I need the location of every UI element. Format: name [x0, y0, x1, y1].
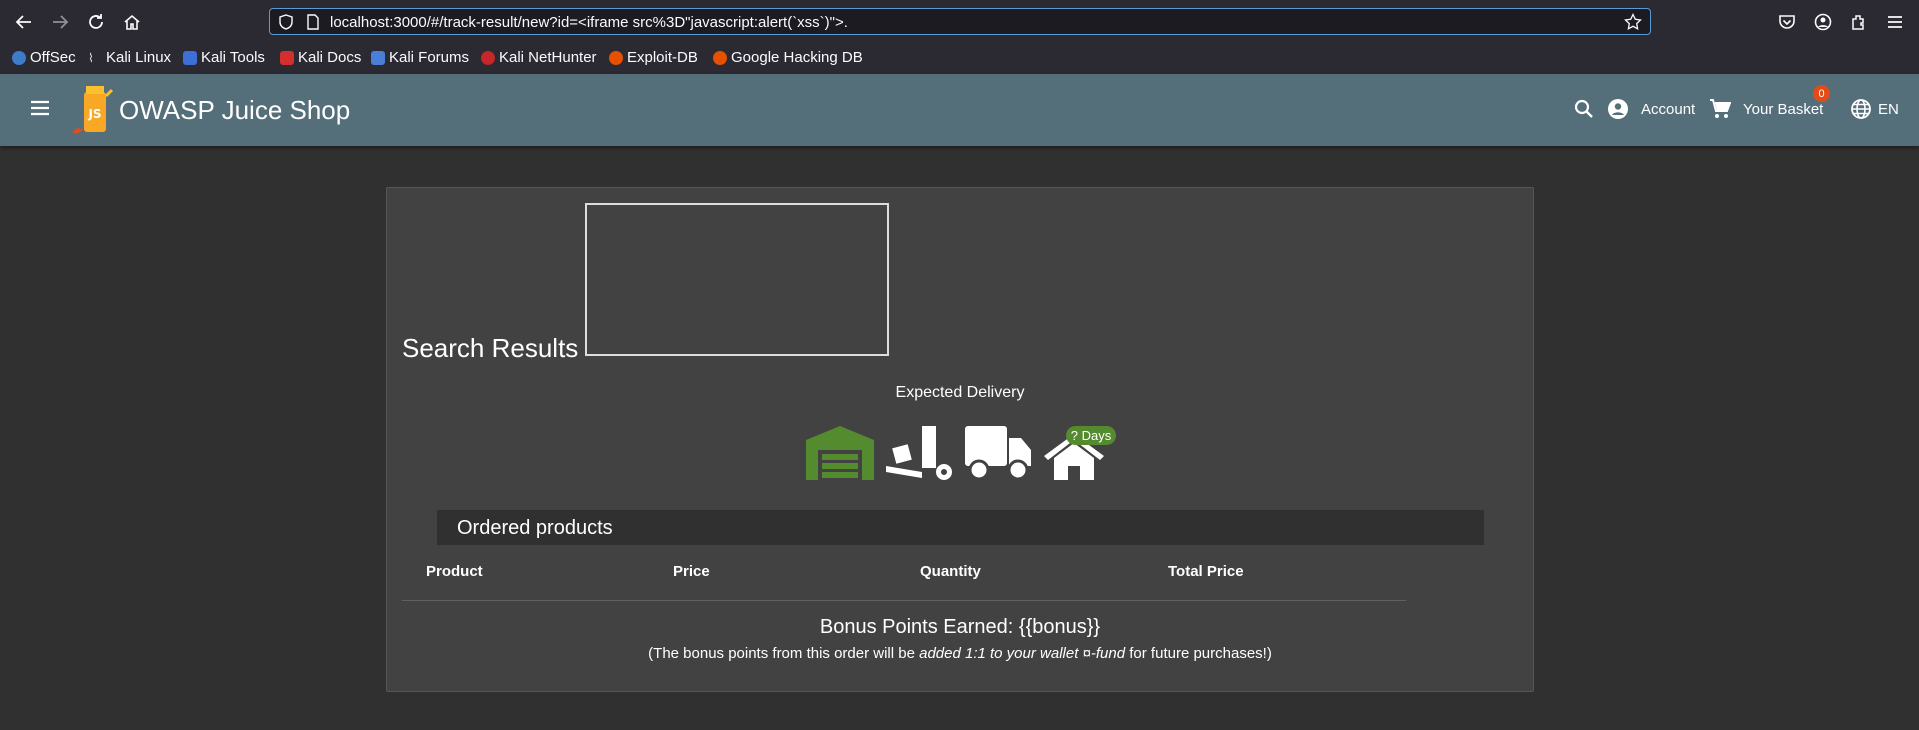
- arrow-left-icon: [15, 15, 31, 29]
- injected-iframe[interactable]: [585, 203, 889, 356]
- delivery-days-badge: ? Days: [1066, 426, 1116, 445]
- star-icon[interactable]: [1624, 13, 1642, 31]
- basket-count-badge: 0: [1813, 85, 1830, 102]
- arrow-right-icon: [53, 15, 69, 29]
- bookmark-label: Kali Tools: [201, 49, 265, 66]
- exploit-db-icon: [609, 50, 623, 65]
- bookmark-label: Kali Docs: [298, 49, 362, 66]
- column-header-quantity: Quantity: [920, 563, 981, 580]
- account-label: Account: [1641, 100, 1696, 118]
- home-button[interactable]: [120, 10, 144, 34]
- reload-icon: [89, 14, 103, 29]
- bookmark-offsec[interactable]: OffSec: [12, 49, 76, 66]
- bookmark-label: Kali Forums: [389, 49, 470, 66]
- table-divider: [402, 600, 1406, 601]
- warehouse-icon: [806, 426, 874, 480]
- shopping-cart-icon: [1710, 99, 1731, 118]
- ghdb-icon: [713, 50, 727, 65]
- bookmark-label: Google Hacking DB: [731, 49, 863, 66]
- bookmark-kali-tools[interactable]: Kali Tools: [183, 49, 265, 66]
- ordered-products-title: Ordered products: [457, 517, 613, 539]
- globe-icon: [1851, 99, 1871, 119]
- bookmark-label: Exploit-DB: [627, 49, 698, 66]
- bonus-note-prefix: (The bonus points from this order will b…: [648, 645, 920, 662]
- browser-toolbar: localhost:3000/#/track-result/new?id=<if…: [0, 0, 1919, 43]
- extensions-icon[interactable]: [1850, 13, 1868, 31]
- url-text[interactable]: localhost:3000/#/track-result/new?id=<if…: [330, 14, 848, 31]
- language-label: EN: [1878, 100, 1899, 118]
- kali-docs-icon: [280, 50, 294, 65]
- menu-icon[interactable]: [1886, 13, 1904, 31]
- bookmark-label: Kali NetHunter: [499, 49, 597, 66]
- bookmark-kali-linux[interactable]: ⌇ Kali Linux: [88, 49, 171, 66]
- pocket-icon[interactable]: [1778, 13, 1796, 31]
- app-title[interactable]: OWASP Juice Shop: [119, 95, 350, 126]
- svg-text:JS: JS: [87, 107, 101, 121]
- search-results-title: Search Results -: [402, 333, 595, 363]
- bookmark-exploit-db[interactable]: Exploit-DB: [609, 49, 698, 66]
- bonus-points-note: (The bonus points from this order will b…: [386, 645, 1534, 662]
- bookmark-kali-docs[interactable]: Kali Docs: [280, 49, 361, 66]
- forward-button[interactable]: [48, 10, 72, 34]
- basket-label: Your Basket: [1743, 100, 1824, 118]
- shield-icon[interactable]: [278, 14, 294, 30]
- basket-button[interactable]: Your Basket: [1709, 98, 1823, 120]
- bookmark-label: OffSec: [30, 49, 76, 66]
- language-button[interactable]: EN: [1850, 98, 1899, 120]
- juice-shop-logo-icon[interactable]: JS: [70, 82, 118, 136]
- offsec-icon: [12, 50, 26, 65]
- reload-button[interactable]: [84, 10, 108, 34]
- kali-forums-icon: [371, 50, 385, 65]
- back-button[interactable]: [12, 10, 36, 34]
- bonus-note-emphasis: added 1:1 to your wallet ¤-fund: [919, 645, 1126, 662]
- kali-dragon-icon: ⌇: [88, 50, 94, 65]
- expected-delivery-label: Expected Delivery: [895, 384, 1025, 401]
- column-header-total-price: Total Price: [1168, 563, 1244, 580]
- bonus-note-suffix: for future purchases!): [1125, 645, 1272, 662]
- ordered-products-header: Ordered products: [437, 510, 1484, 545]
- bookmark-kali-forums[interactable]: Kali Forums: [371, 49, 469, 66]
- bookmark-google-hacking-db[interactable]: Google Hacking DB: [713, 49, 863, 66]
- bookmark-label: Kali Linux: [106, 49, 172, 66]
- bookmarks-bar: OffSec ⌇ Kali Linux Kali Tools Kali Docs…: [0, 43, 1919, 75]
- bonus-points-heading: Bonus Points Earned: {{bonus}}: [819, 616, 1101, 638]
- kali-tools-icon: [183, 50, 197, 65]
- page-icon: [307, 14, 319, 30]
- column-header-price: Price: [673, 563, 710, 580]
- column-header-product: Product: [426, 563, 483, 580]
- sidenav-menu-icon[interactable]: [30, 100, 50, 116]
- address-bar[interactable]: localhost:3000/#/track-result/new?id=<if…: [269, 8, 1651, 35]
- search-icon[interactable]: [1574, 99, 1594, 119]
- bookmark-kali-nethunter[interactable]: Kali NetHunter: [481, 49, 597, 66]
- app-toolbar: JS OWASP Juice Shop Account Your Basket …: [0, 74, 1919, 146]
- dolly-flatbed-icon: [886, 426, 952, 480]
- truck-icon: [965, 426, 1031, 481]
- account-button[interactable]: Account: [1607, 98, 1695, 120]
- account-circle-icon[interactable]: [1814, 13, 1832, 31]
- home-icon: [124, 14, 140, 30]
- kali-nethunter-icon: [481, 50, 495, 65]
- account-circle-icon: [1608, 99, 1628, 119]
